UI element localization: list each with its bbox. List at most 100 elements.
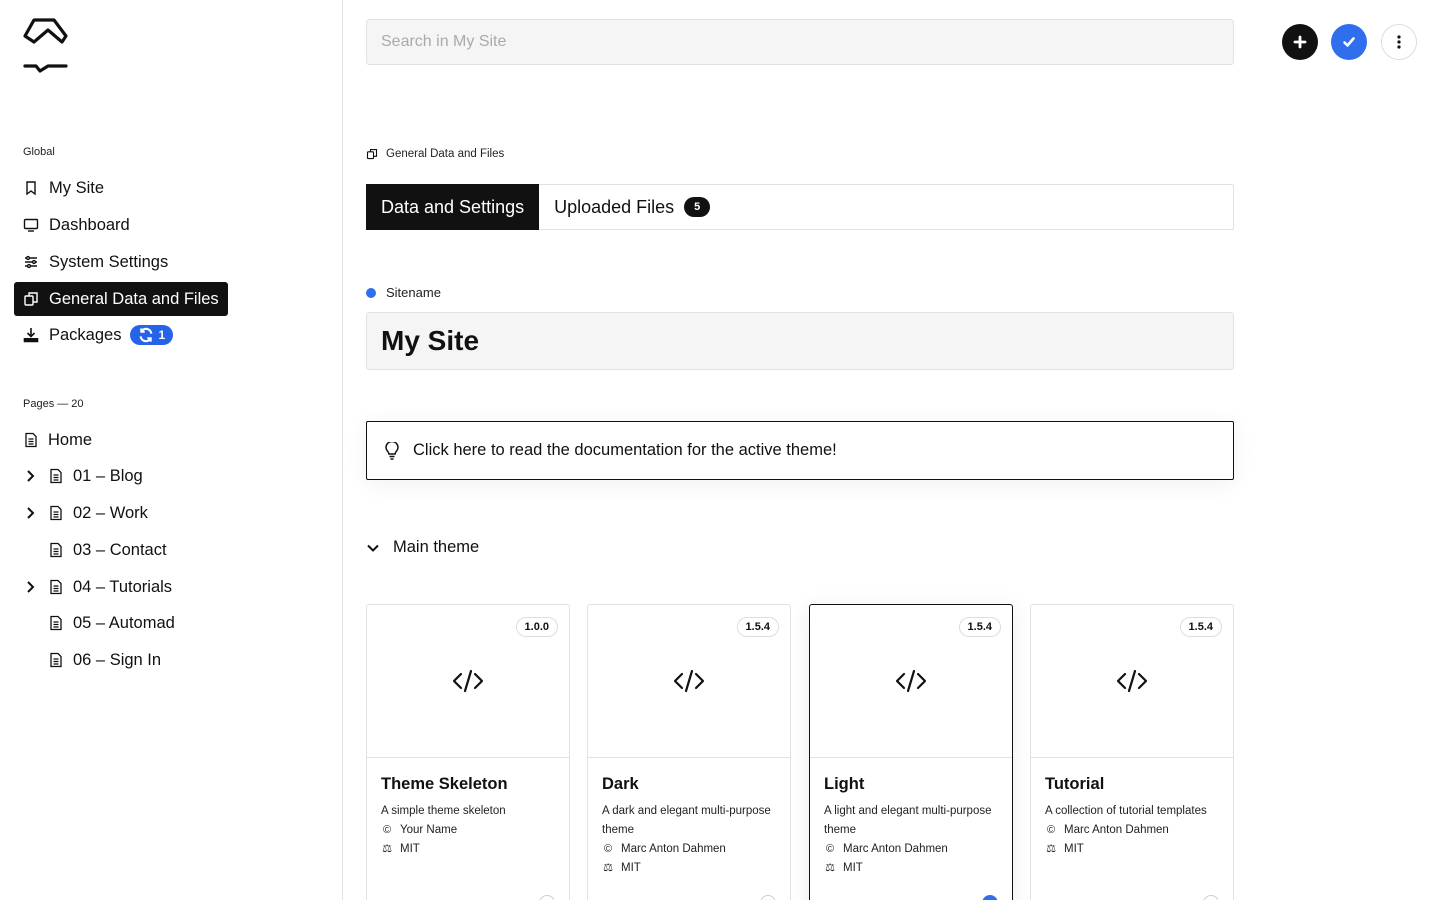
theme-description: A simple theme skeleton: [381, 805, 506, 817]
save-button[interactable]: [1331, 24, 1367, 60]
document-icon: [50, 615, 62, 631]
sidebar-item-label: Dashboard: [49, 215, 130, 234]
tab-uploaded-files[interactable]: Uploaded Files 5: [539, 185, 725, 229]
code-icon: [895, 669, 927, 693]
document-icon: [50, 652, 62, 668]
docs-link-text: Click here to read the documentation for…: [413, 441, 837, 459]
theme-thumbnail: 1.5.4: [588, 605, 790, 758]
document-icon: [50, 579, 62, 595]
theme-name: Tutorial: [1045, 775, 1105, 793]
sliders-icon: [25, 255, 37, 269]
update-badge: 1: [130, 325, 174, 345]
sidebar-item-dashboard[interactable]: Dashboard: [14, 208, 139, 242]
app-logo[interactable]: [22, 16, 70, 76]
code-icon: [673, 669, 705, 693]
page-item-tutorials[interactable]: 04 – Tutorials: [23, 572, 172, 602]
sidebar-item-my-site[interactable]: My Site: [14, 171, 113, 205]
theme-description: A collection of tutorial templates: [1045, 805, 1207, 817]
theme-license: MIT: [621, 862, 641, 874]
page-label: 05 – Automad: [73, 613, 175, 632]
theme-thumbnail: 1.5.4: [1031, 605, 1233, 758]
plus-icon: [1293, 35, 1307, 49]
chevron-right-icon[interactable]: [23, 468, 39, 484]
sitename-label: Sitename: [366, 285, 441, 300]
theme-thumbnail: 1.5.4: [810, 605, 1012, 758]
theme-name: Light: [824, 775, 865, 793]
theme-radio[interactable]: [1203, 895, 1219, 900]
tab-label: Data and Settings: [381, 196, 525, 217]
files-icon: [24, 292, 38, 306]
version-badge: 1.5.4: [736, 617, 779, 637]
copyright-icon: ©: [382, 824, 392, 836]
theme-card-dark[interactable]: 1.5.4 Dark A dark and elegant multi-purp…: [587, 604, 791, 900]
main-theme-toggle[interactable]: Main theme: [366, 538, 479, 557]
version-badge: 1.5.4: [1179, 617, 1222, 637]
sidebar-item-system-settings[interactable]: System Settings: [14, 245, 177, 279]
copyright-icon: ©: [1046, 824, 1056, 836]
page-label: 01 – Blog: [73, 466, 143, 485]
sidebar-item-label: My Site: [49, 178, 105, 197]
page-item-blog[interactable]: 01 – Blog: [23, 461, 143, 491]
theme-card-tutorial[interactable]: 1.5.4 Tutorial A collection of tutorial …: [1030, 604, 1234, 900]
theme-author: Your Name: [400, 824, 458, 836]
more-menu-button[interactable]: [1381, 24, 1417, 60]
sidebar: Global My Site Dashboard System Settings…: [0, 0, 343, 900]
sidebar-item-label: System Settings: [49, 252, 169, 271]
sitename-field[interactable]: [366, 312, 1234, 370]
theme-radio[interactable]: [982, 895, 998, 900]
update-count: 1: [158, 328, 166, 342]
chevron-right-icon[interactable]: [23, 579, 39, 595]
readme-icon: ▭: [1045, 893, 1060, 900]
theme-license: MIT: [400, 843, 420, 855]
document-icon: [25, 432, 37, 448]
readme-icon: ▭: [381, 893, 396, 900]
theme-card-light[interactable]: 1.5.4 Light A light and elegant multi-pu…: [809, 604, 1013, 900]
lightbulb-icon: [385, 441, 399, 460]
search-input[interactable]: [366, 19, 1234, 65]
tab-data-and-settings[interactable]: Data and Settings: [366, 184, 540, 230]
bookmark-icon: [26, 181, 36, 196]
license-icon: ⚖: [603, 862, 613, 874]
page-label: 02 – Work: [73, 503, 148, 522]
sidebar-item-label: Packages: [49, 325, 122, 344]
tab-bar: Data and Settings Uploaded Files 5: [366, 184, 1234, 230]
theme-radio[interactable]: [760, 895, 776, 900]
page-item-sign-in[interactable]: 06 – Sign In: [23, 645, 161, 675]
tab-label: Uploaded Files: [554, 196, 675, 217]
page-item-contact[interactable]: 03 – Contact: [23, 535, 167, 565]
code-icon: [452, 669, 484, 693]
refresh-icon: [140, 327, 153, 343]
document-icon: [50, 542, 62, 558]
breadcrumb-label: General Data and Files: [386, 148, 505, 160]
pages-heading: Pages — 20: [23, 398, 84, 410]
page-label: 04 – Tutorials: [73, 577, 173, 596]
theme-docs-link[interactable]: Click here to read the documentation for…: [366, 421, 1234, 480]
theme-card-skeleton[interactable]: 1.0.0 Theme Skeleton A simple theme skel…: [366, 604, 570, 900]
license-icon: ⚖: [825, 862, 835, 874]
page-item-automad[interactable]: 05 – Automad: [23, 608, 175, 638]
theme-description: A light and elegant multi-purpose theme: [824, 805, 992, 836]
add-page-button[interactable]: [1282, 24, 1318, 60]
sidebar-item-general-data[interactable]: General Data and Files: [14, 282, 228, 316]
readme-icon: ▭: [602, 893, 617, 900]
status-dot: [366, 287, 376, 298]
files-icon: [366, 148, 378, 160]
file-count-badge: 5: [684, 197, 711, 217]
page-label: 03 – Contact: [73, 540, 167, 559]
license-icon: ⚖: [1046, 843, 1056, 855]
page-item-work[interactable]: 02 – Work: [23, 498, 148, 528]
theme-author: Marc Anton Dahmen: [1064, 824, 1169, 836]
copyright-icon: ©: [603, 843, 613, 855]
chevron-right-icon[interactable]: [23, 505, 39, 521]
field-label-text: Sitename: [386, 285, 441, 300]
copyright-icon: ©: [825, 843, 835, 855]
sidebar-item-packages[interactable]: Packages 1: [14, 318, 182, 352]
license-icon: ⚖: [382, 843, 392, 855]
page-item-home[interactable]: Home: [23, 425, 92, 455]
page-label: Home: [48, 430, 93, 449]
sidebar-item-label: General Data and Files: [49, 289, 219, 308]
check-icon: [1343, 37, 1355, 47]
breadcrumb: General Data and Files: [366, 148, 504, 160]
document-icon: [50, 468, 62, 484]
theme-radio[interactable]: [539, 895, 555, 900]
